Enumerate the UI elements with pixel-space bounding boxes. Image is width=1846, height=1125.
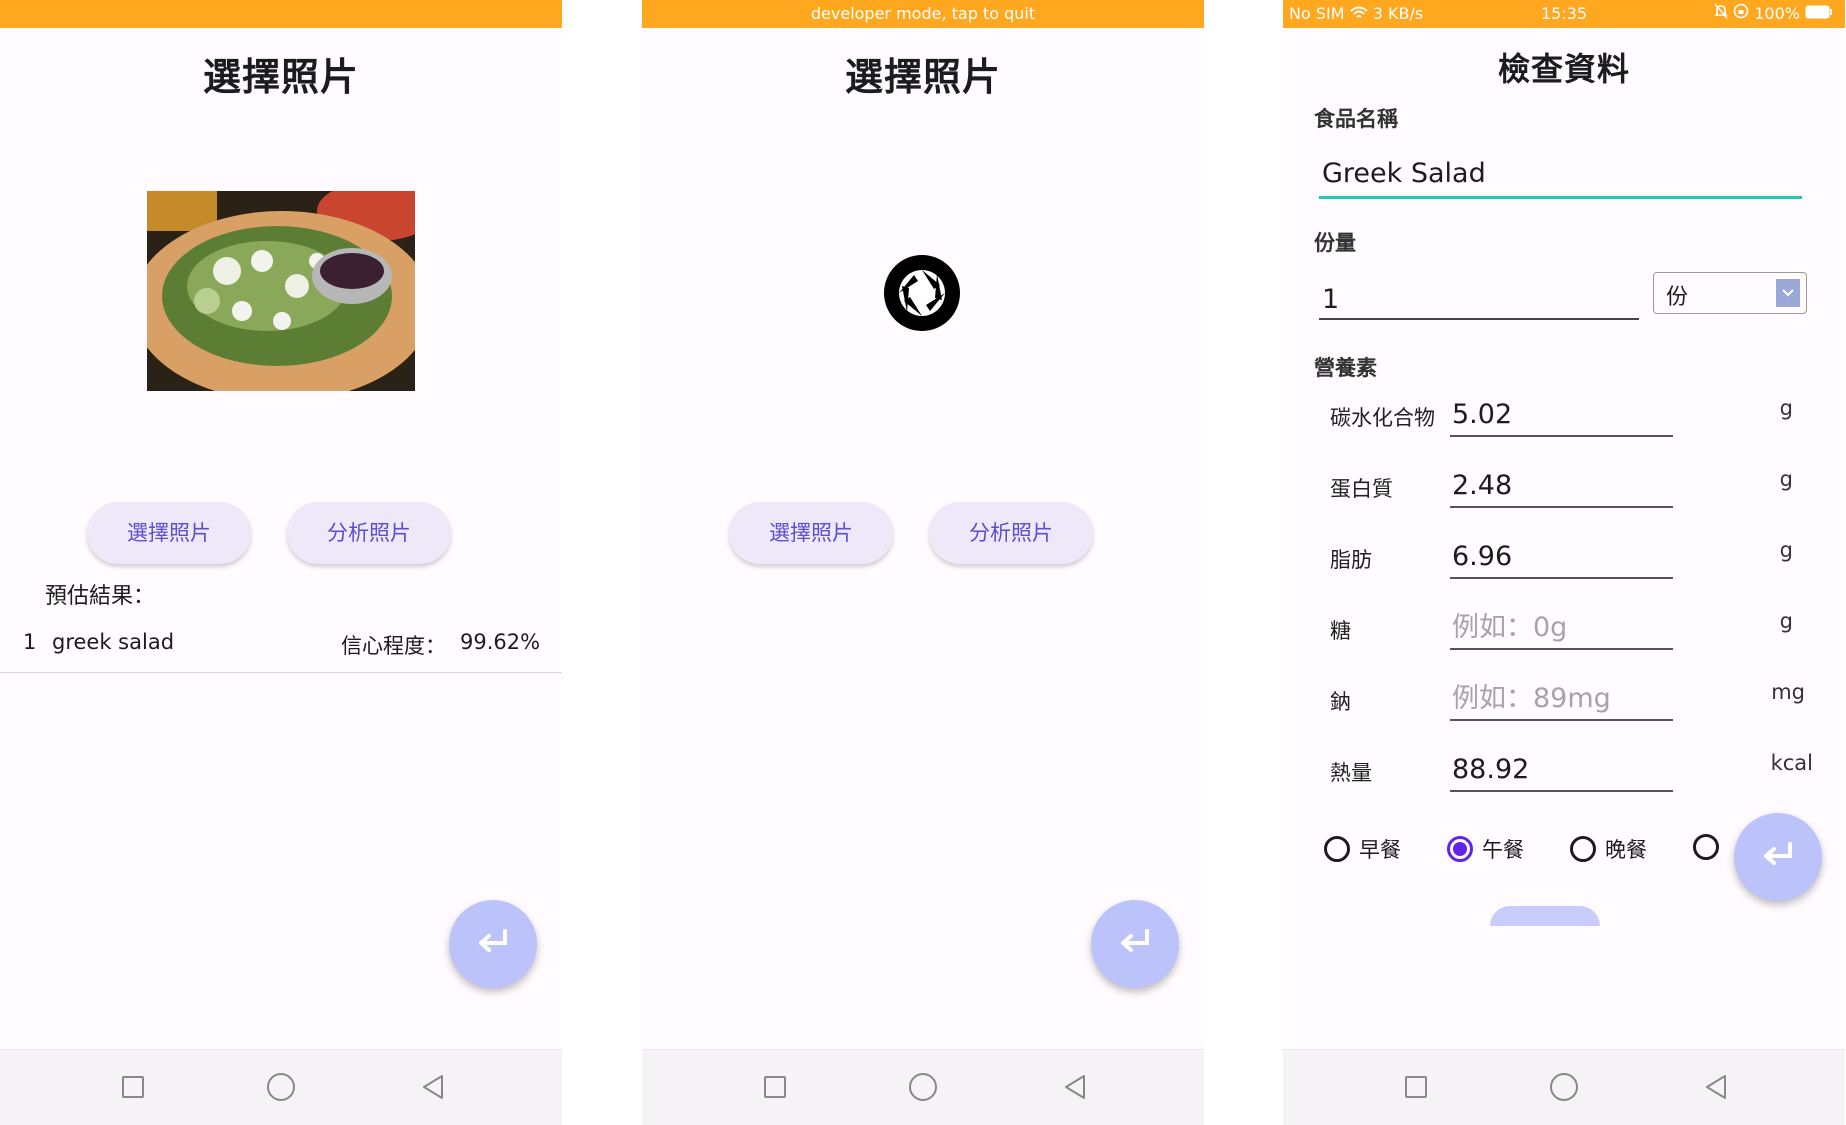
status-bar	[0, 0, 562, 28]
food-photo	[147, 191, 415, 391]
radio-selected-icon	[1447, 836, 1473, 862]
chevron-down-icon	[1776, 279, 1800, 307]
page-title: 檢查資料	[1497, 50, 1630, 88]
back-triangle-icon[interactable]	[1058, 1070, 1092, 1104]
meal-label: 晚餐	[1605, 838, 1647, 862]
mute-bell-icon	[1714, 0, 1729, 28]
page-title: 選擇照片	[844, 55, 1001, 99]
analyze-photo-button[interactable]: 分析照片	[929, 502, 1093, 564]
battery-icon	[1805, 0, 1833, 28]
portion-label: 份量	[1314, 231, 1356, 255]
analyze-photo-button[interactable]: 分析照片	[287, 502, 451, 564]
status-bar[interactable]: developer mode, tap to quit	[642, 0, 1204, 28]
page-title: 選擇照片	[202, 55, 359, 99]
meal-radio-other[interactable]	[1693, 834, 1719, 860]
nutrients-label: 營養素	[1314, 356, 1377, 380]
portion-unit-select[interactable]: 份	[1653, 272, 1807, 314]
system-nav-bar	[1283, 1049, 1845, 1125]
confidence-value: 99.62%	[460, 630, 541, 654]
back-triangle-icon[interactable]	[416, 1070, 450, 1104]
nutrient-label: 脂肪	[1330, 548, 1372, 572]
screen-select-photo-result: 選擇照片 選擇照片 分析照片 預估結果： 1 greek salad 信心程度：…	[0, 0, 562, 1125]
protein-input[interactable]: 2.48	[1450, 466, 1673, 508]
result-index: 1	[23, 630, 37, 654]
nutrient-unit: mg	[1771, 680, 1805, 704]
sugar-input[interactable]: 例如：0g	[1450, 608, 1673, 650]
radio-circle-icon	[1324, 836, 1350, 862]
submit-button-partial[interactable]	[1490, 906, 1600, 926]
home-circle-icon[interactable]	[906, 1070, 940, 1104]
result-row[interactable]: 1 greek salad 信心程度： 99.62%	[0, 622, 562, 673]
result-heading: 預估結果：	[45, 584, 156, 609]
radio-circle-icon	[1693, 834, 1719, 860]
portion-unit-value: 份	[1666, 285, 1689, 310]
calories-input[interactable]: 88.92	[1450, 750, 1673, 792]
home-circle-icon[interactable]	[1547, 1070, 1581, 1104]
recents-square-icon[interactable]	[1399, 1070, 1433, 1104]
result-name: greek salad	[52, 630, 175, 654]
nutrient-label: 糖	[1330, 619, 1351, 643]
meal-radio-breakfast[interactable]: 早餐	[1324, 834, 1401, 864]
choose-photo-button[interactable]: 選擇照片	[87, 502, 251, 564]
portion-input[interactable]: 1	[1319, 276, 1639, 320]
food-name-label: 食品名稱	[1314, 107, 1398, 131]
return-arrow-icon	[475, 927, 511, 961]
food-name-input[interactable]: Greek Salad	[1319, 152, 1802, 199]
rotation-lock-icon	[1733, 0, 1749, 28]
camera-shutter-icon	[882, 253, 962, 337]
home-circle-icon[interactable]	[264, 1070, 298, 1104]
nutrient-unit: g	[1779, 538, 1793, 562]
carbs-input[interactable]: 5.02	[1450, 395, 1673, 437]
confidence-label: 信心程度：	[341, 634, 446, 658]
system-nav-bar	[0, 1049, 562, 1125]
nutrient-unit: kcal	[1770, 751, 1813, 775]
return-arrow-icon	[1117, 927, 1153, 961]
return-fab[interactable]	[1091, 900, 1179, 988]
radio-circle-icon	[1570, 836, 1596, 862]
meal-label: 早餐	[1359, 838, 1401, 862]
sodium-input[interactable]: 例如：89mg	[1450, 679, 1673, 721]
screen-check-data: No SIM 3 KB/s 15:35 100% 檢查資料 食品名稱 Greek…	[1283, 0, 1845, 1125]
screen-select-photo-loading: developer mode, tap to quit 選擇照片 選擇照片 分析…	[642, 0, 1204, 1125]
nutrient-label: 蛋白質	[1330, 477, 1393, 501]
nutrient-unit: g	[1779, 396, 1793, 420]
meal-radio-dinner[interactable]: 晚餐	[1570, 834, 1647, 864]
return-fab[interactable]	[449, 900, 537, 988]
nutrient-label: 碳水化合物	[1330, 406, 1435, 430]
recents-square-icon[interactable]	[116, 1070, 150, 1104]
fat-input[interactable]: 6.96	[1450, 537, 1673, 579]
status-bar: No SIM 3 KB/s 15:35 100%	[1283, 0, 1845, 28]
meal-label: 午餐	[1482, 838, 1524, 862]
nutrient-label: 鈉	[1330, 690, 1351, 714]
recents-square-icon[interactable]	[758, 1070, 792, 1104]
meal-radio-lunch[interactable]: 午餐	[1447, 834, 1524, 864]
developer-mode-text: developer mode, tap to quit	[810, 4, 1036, 23]
nutrient-unit: g	[1779, 609, 1793, 633]
choose-photo-button[interactable]: 選擇照片	[729, 502, 893, 564]
system-nav-bar	[642, 1049, 1204, 1125]
return-arrow-icon	[1760, 840, 1796, 874]
nutrient-label: 熱量	[1330, 761, 1372, 785]
back-triangle-icon[interactable]	[1699, 1070, 1733, 1104]
nutrient-unit: g	[1779, 467, 1793, 491]
battery-percent-text: 100%	[1754, 4, 1800, 23]
return-fab[interactable]	[1734, 813, 1822, 901]
